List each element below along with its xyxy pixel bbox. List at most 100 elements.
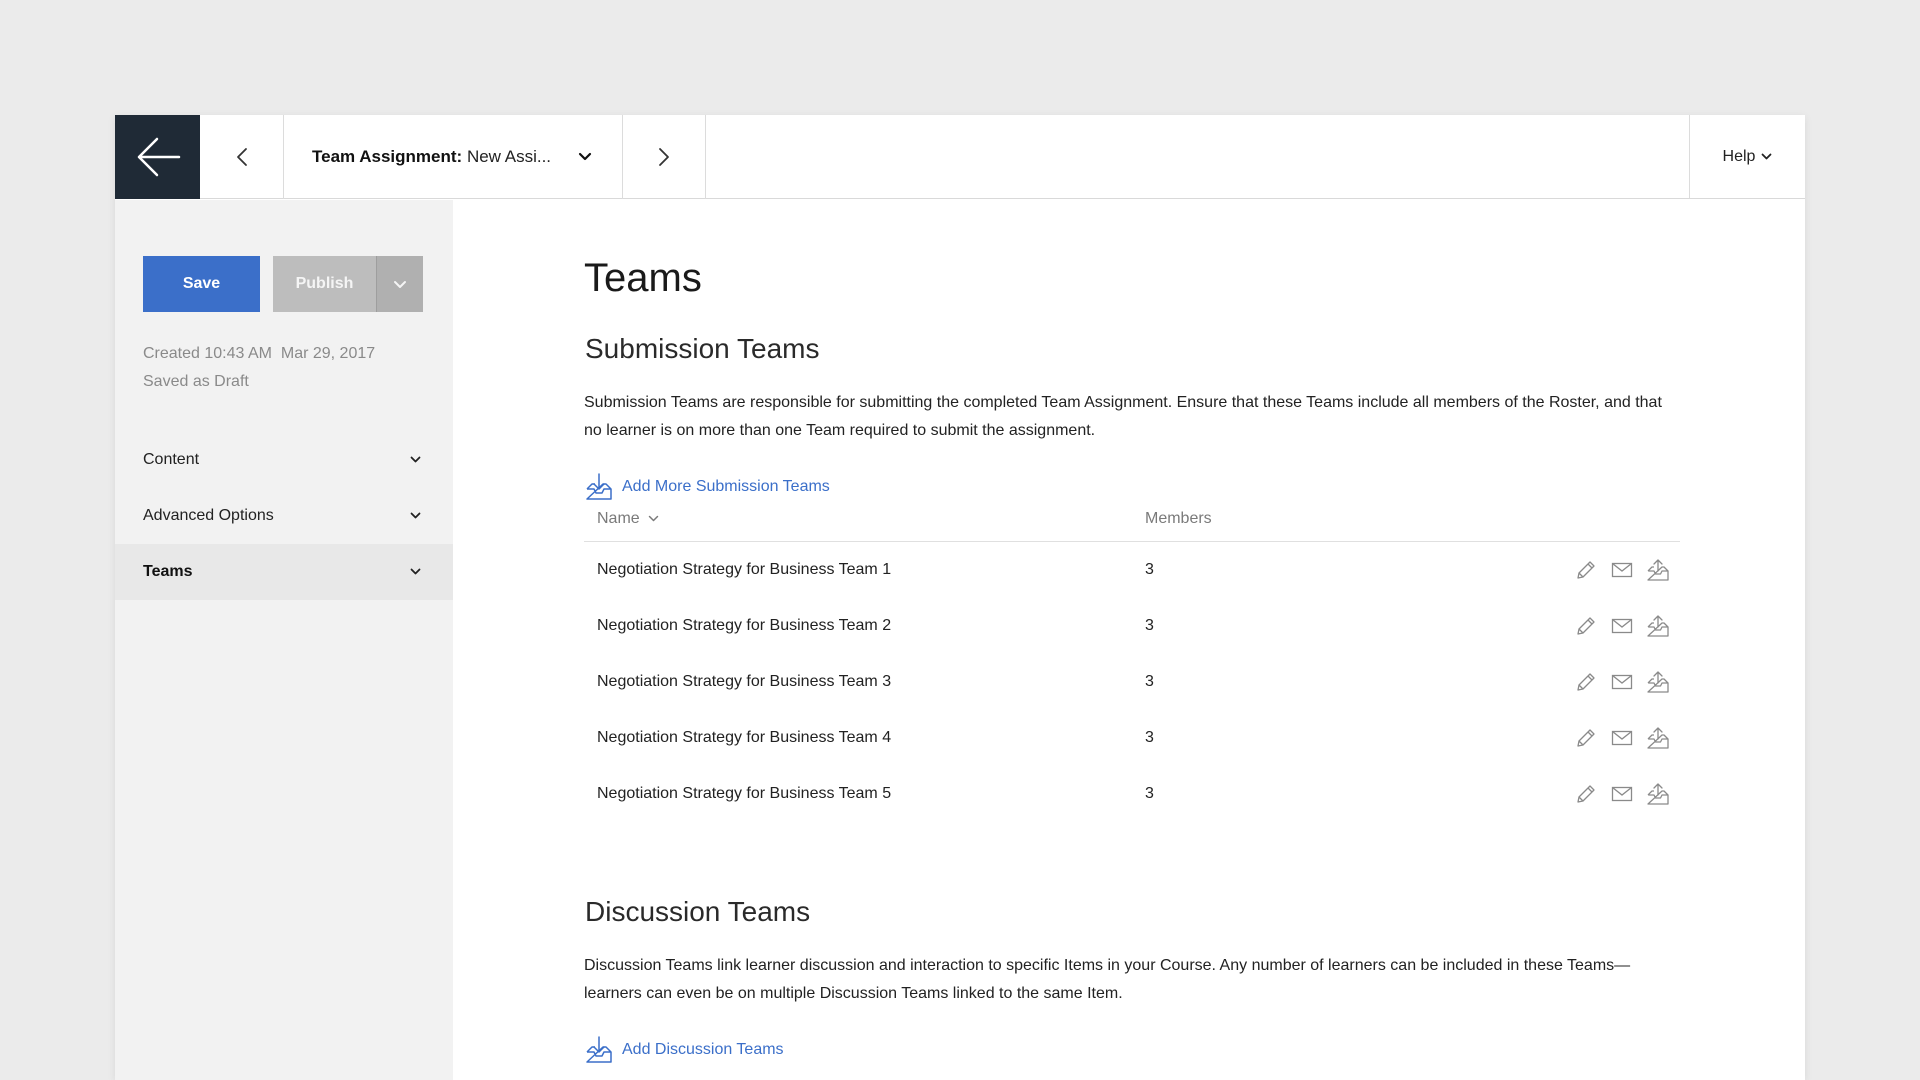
- publish-options-button[interactable]: [376, 256, 423, 312]
- chevron-down-icon: [1762, 153, 1772, 159]
- pencil-icon: [1577, 617, 1595, 635]
- publish-button[interactable]: Publish: [273, 256, 376, 312]
- discussion-teams-description: Discussion Teams link learner discussion…: [584, 957, 1631, 1002]
- sidebar-item-teams[interactable]: Teams: [115, 544, 453, 600]
- table-header: Name Members: [584, 497, 1680, 542]
- app-window: Team Assignment: New Assi... Help Save P…: [115, 115, 1805, 1080]
- export-team-button[interactable]: [1646, 614, 1670, 638]
- export-team-button[interactable]: [1646, 670, 1670, 694]
- top-bar: Team Assignment: New Assi... Help: [115, 115, 1805, 199]
- sidebar-item-label: Teams: [143, 563, 193, 580]
- submission-teams-table: Name Members Negotiation Strategy for Bu…: [584, 497, 1680, 822]
- submission-teams-description: Submission Teams are responsible for sub…: [584, 394, 1662, 439]
- envelope-icon: [1611, 562, 1633, 578]
- sidebar-item-content[interactable]: Content: [115, 432, 453, 488]
- chevron-down-icon: [578, 152, 592, 161]
- chevron-down-icon: [410, 512, 421, 519]
- row-actions: [1574, 726, 1680, 750]
- arrow-left-icon: [137, 137, 180, 177]
- sidebar-item-label: Content: [143, 451, 200, 468]
- inbox-download-icon: [586, 1036, 612, 1063]
- assignment-title-label: Team Assignment:: [312, 147, 463, 166]
- save-status: Saved as Draft: [143, 373, 249, 390]
- name-column-label: Name: [597, 510, 640, 527]
- assignment-title-dropdown[interactable]: Team Assignment: New Assi...: [284, 115, 622, 199]
- members-column-header: Members: [1145, 510, 1212, 527]
- table-row: Negotiation Strategy for Business Team 2…: [584, 598, 1680, 654]
- pencil-icon: [1577, 785, 1595, 803]
- team-members-count: 3: [1145, 785, 1154, 802]
- pencil-icon: [1577, 729, 1595, 747]
- assignment-title: Team Assignment: New Assi...: [312, 147, 551, 167]
- row-actions: [1574, 614, 1680, 638]
- table-row: Negotiation Strategy for Business Team 3…: [584, 654, 1680, 710]
- inbox-upload-icon: [1647, 615, 1669, 637]
- sidebar-item-label: Advanced Options: [143, 507, 274, 524]
- team-name: Negotiation Strategy for Business Team 4: [597, 729, 892, 746]
- team-name: Negotiation Strategy for Business Team 5: [597, 785, 892, 802]
- add-discussion-teams-link[interactable]: Add Discussion Teams: [584, 1035, 784, 1065]
- edit-team-button[interactable]: [1574, 782, 1598, 806]
- team-name: Negotiation Strategy for Business Team 3: [597, 673, 892, 690]
- table-body: Negotiation Strategy for Business Team 1…: [584, 542, 1680, 822]
- envelope-icon: [1611, 730, 1633, 746]
- row-actions: [1574, 670, 1680, 694]
- export-team-button[interactable]: [1646, 558, 1670, 582]
- edit-team-button[interactable]: [1574, 670, 1598, 694]
- inbox-upload-icon: [1647, 671, 1669, 693]
- discussion-teams-heading: Discussion Teams: [585, 896, 811, 927]
- table-row: Negotiation Strategy for Business Team 1…: [584, 542, 1680, 598]
- team-members-count: 3: [1145, 729, 1154, 746]
- edit-team-button[interactable]: [1574, 614, 1598, 638]
- sidebar-nav: Content Advanced Options Teams: [115, 432, 453, 600]
- chevron-left-icon: [236, 148, 247, 166]
- email-team-button[interactable]: [1610, 726, 1634, 750]
- inbox-upload-icon: [1647, 727, 1669, 749]
- sidebar-item-advanced-options[interactable]: Advanced Options: [115, 488, 453, 544]
- main-content: Teams Submission Teams Submission Teams …: [453, 200, 1805, 1080]
- chevron-right-icon: [659, 148, 669, 166]
- export-team-button[interactable]: [1646, 726, 1670, 750]
- chevron-down-icon: [410, 568, 421, 575]
- publish-button-group: Publish: [273, 256, 423, 312]
- add-discussion-teams-label: Add Discussion Teams: [622, 1041, 784, 1058]
- envelope-icon: [1611, 674, 1633, 690]
- name-column-header[interactable]: Name: [584, 510, 1145, 528]
- edit-team-button[interactable]: [1574, 558, 1598, 582]
- chevron-down-icon: [410, 456, 421, 463]
- submission-teams-heading: Submission Teams: [585, 333, 820, 364]
- add-submission-teams-label: Add More Submission Teams: [622, 478, 830, 495]
- previous-item-button[interactable]: [200, 115, 284, 199]
- pencil-icon: [1577, 561, 1595, 579]
- team-members-count: 3: [1145, 673, 1154, 690]
- team-name: Negotiation Strategy for Business Team 2: [597, 617, 892, 634]
- export-team-button[interactable]: [1646, 782, 1670, 806]
- table-row: Negotiation Strategy for Business Team 5…: [584, 766, 1680, 822]
- sidebar: Save Publish Created 10:43 AM Mar 29, 20…: [115, 200, 453, 1080]
- chevron-down-icon: [394, 280, 406, 288]
- table-row: Negotiation Strategy for Business Team 4…: [584, 710, 1680, 766]
- team-name: Negotiation Strategy for Business Team 1: [597, 561, 892, 578]
- inbox-upload-icon: [1647, 783, 1669, 805]
- email-team-button[interactable]: [1610, 558, 1634, 582]
- team-members-count: 3: [1145, 561, 1154, 578]
- team-members-count: 3: [1145, 617, 1154, 634]
- save-button[interactable]: Save: [143, 256, 260, 312]
- back-button[interactable]: [115, 115, 200, 199]
- email-team-button[interactable]: [1610, 670, 1634, 694]
- envelope-icon: [1611, 786, 1633, 802]
- row-actions: [1574, 782, 1680, 806]
- inbox-upload-icon: [1647, 559, 1669, 581]
- next-item-button[interactable]: [622, 115, 706, 199]
- assignment-meta: Created 10:43 AM Mar 29, 2017 Saved as D…: [143, 340, 375, 396]
- email-team-button[interactable]: [1610, 782, 1634, 806]
- pencil-icon: [1577, 673, 1595, 691]
- action-buttons: Save Publish: [143, 256, 423, 312]
- edit-team-button[interactable]: [1574, 726, 1598, 750]
- help-label: Help: [1722, 147, 1756, 165]
- help-menu[interactable]: Help: [1689, 115, 1805, 198]
- email-team-button[interactable]: [1610, 614, 1634, 638]
- row-actions: [1574, 558, 1680, 582]
- created-timestamp: Created 10:43 AM Mar 29, 2017: [143, 345, 376, 362]
